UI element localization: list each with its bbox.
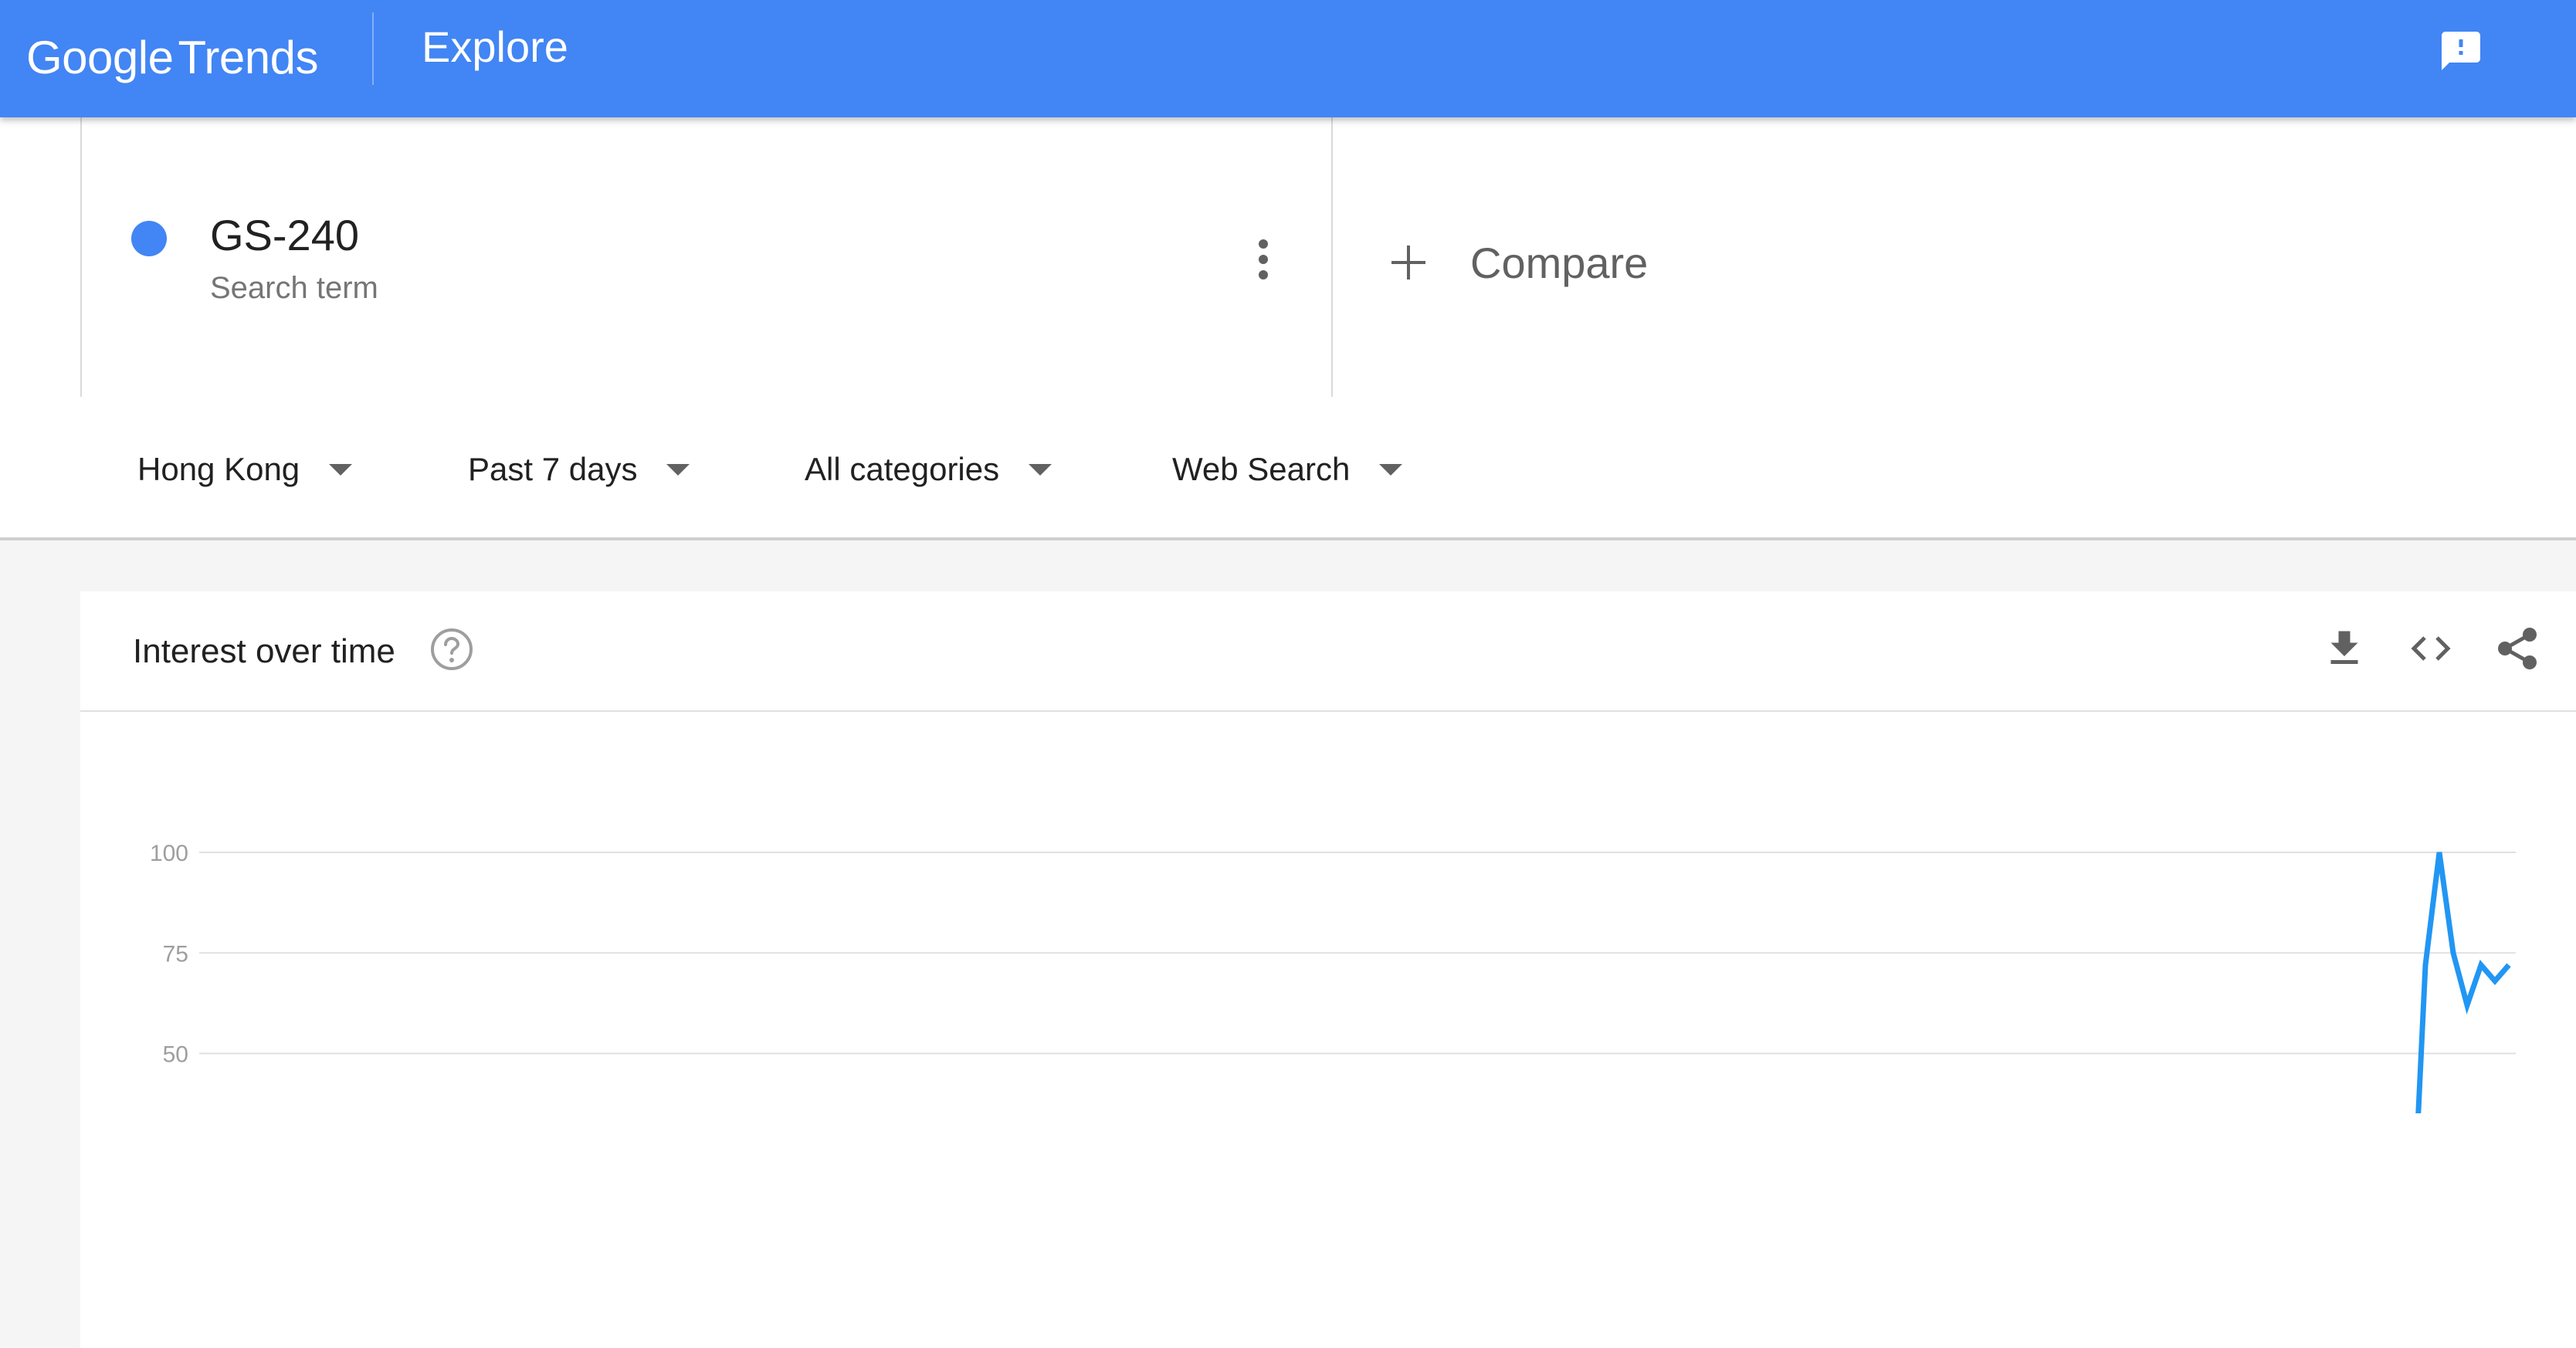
dropdown-caret-icon xyxy=(329,463,353,476)
time-range-dropdown-label: Past 7 days xyxy=(468,451,638,487)
interest-over-time-card: Interest over time 100 75 50 xyxy=(80,591,2576,1348)
search-term-name[interactable]: GS-240 xyxy=(210,210,359,261)
page-title: Explore xyxy=(422,22,568,71)
help-circle-icon[interactable] xyxy=(429,627,474,672)
compare-label: Compare xyxy=(1470,239,1649,287)
dropdown-caret-icon xyxy=(1379,463,1403,476)
search-terms-panel: GS-240 Search term Compare xyxy=(0,117,2576,400)
region-dropdown-label: Hong Kong xyxy=(137,451,300,487)
search-term-type: Search term xyxy=(210,271,378,305)
y-tick-label: 75 xyxy=(163,941,188,967)
google-trends-logo[interactable]: Google Trends xyxy=(26,23,318,93)
search-term-card[interactable]: GS-240 Search term xyxy=(80,117,1333,397)
logo-google-text: Google xyxy=(26,32,174,83)
dropdown-caret-icon xyxy=(1029,463,1052,476)
category-dropdown-label: All categories xyxy=(805,451,1000,487)
interest-over-time-chart[interactable]: 10075502518 May at…21 May at 02:0023 May… xyxy=(0,712,2576,1113)
share-icon[interactable] xyxy=(2494,625,2540,672)
header-divider xyxy=(372,12,374,85)
y-tick-label: 50 xyxy=(163,1042,188,1068)
y-tick-label: 100 xyxy=(150,841,188,866)
region-dropdown[interactable]: Hong Kong xyxy=(137,442,353,497)
download-icon[interactable] xyxy=(2321,625,2368,672)
top-app-bar: Google Trends Explore xyxy=(0,0,2576,117)
card-header: Interest over time xyxy=(80,591,2576,712)
search-type-dropdown-label: Web Search xyxy=(1172,451,1351,487)
term-color-dot xyxy=(131,221,167,256)
category-dropdown[interactable]: All categories xyxy=(805,442,1052,497)
series-line xyxy=(2415,852,2511,1113)
card-title: Interest over time xyxy=(133,632,395,670)
dropdown-caret-icon xyxy=(666,463,690,476)
embed-code-icon[interactable] xyxy=(2408,625,2454,672)
more-vert-icon[interactable] xyxy=(1252,236,1274,283)
compare-button[interactable]: Compare xyxy=(1390,230,1745,307)
feedback-icon[interactable] xyxy=(2437,28,2485,74)
plus-icon xyxy=(1390,244,1427,281)
search-type-dropdown[interactable]: Web Search xyxy=(1172,442,1403,497)
logo-trends-text: Trends xyxy=(178,32,318,83)
time-range-dropdown[interactable]: Past 7 days xyxy=(468,442,690,497)
filter-bar: Hong Kong Past 7 days All categories Web… xyxy=(0,398,2576,540)
